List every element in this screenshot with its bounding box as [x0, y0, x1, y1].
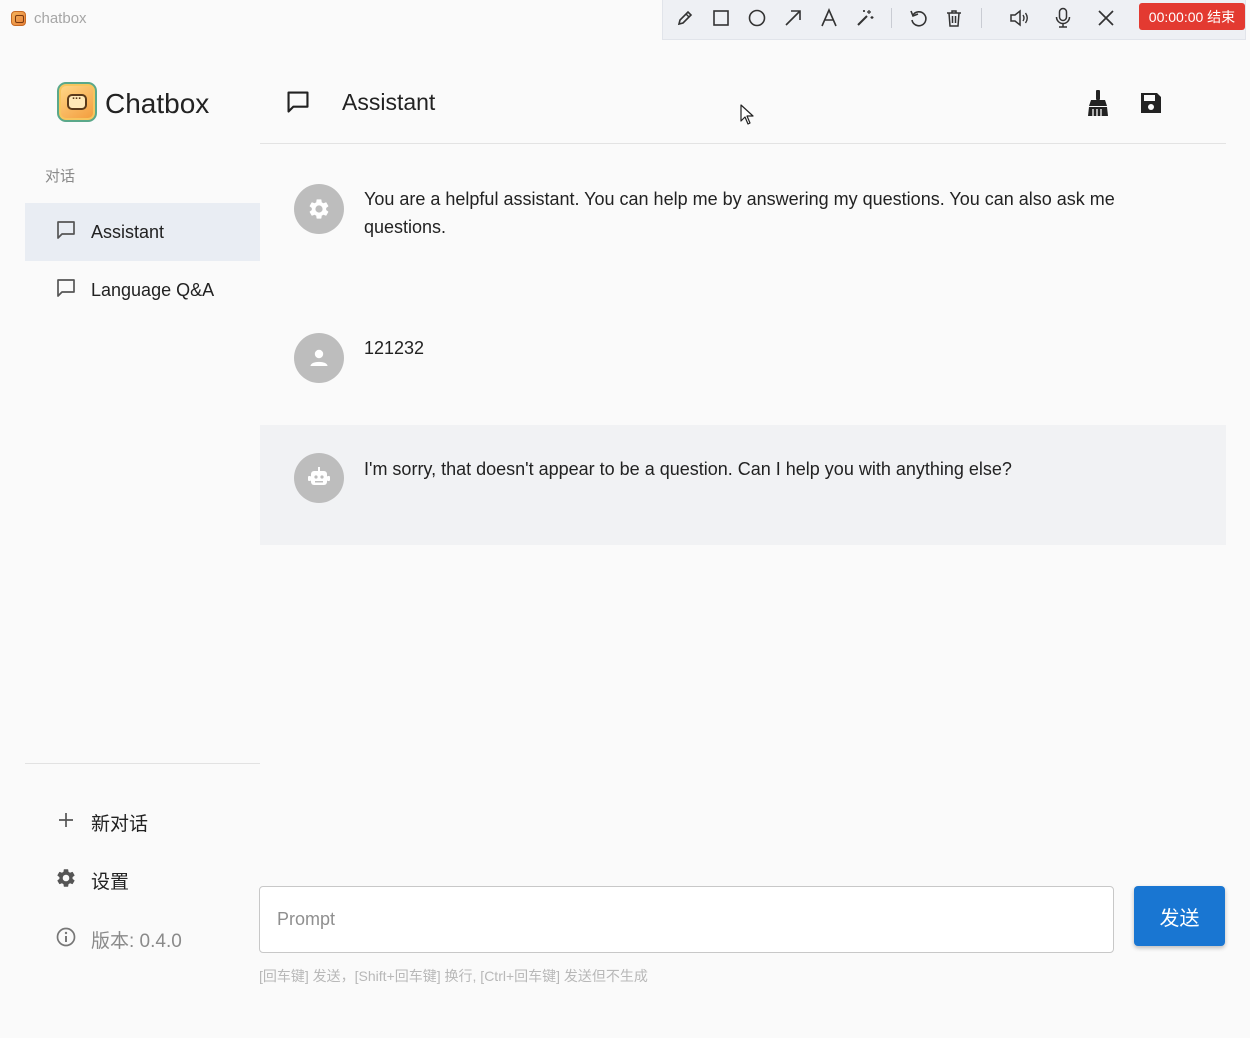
new-chat-button[interactable]: 新对话 — [55, 807, 148, 837]
sidebar-item-label: Assistant — [91, 221, 165, 242]
settings-button[interactable]: 设置 — [55, 865, 129, 895]
magic-wand-icon[interactable] — [851, 4, 879, 32]
message-text: You are a helpful assistant. You can hel… — [364, 189, 1115, 237]
sidebar-item-language-qa[interactable]: Language Q&A — [25, 261, 260, 319]
sidebar-item-label: Language Q&A — [91, 279, 215, 300]
toolbar-divider — [981, 8, 982, 28]
plus-icon — [55, 809, 77, 836]
toolbar-divider — [891, 8, 892, 28]
send-button[interactable]: 发送 — [1134, 886, 1225, 946]
message-text: I'm sorry, that doesn't appear to be a q… — [364, 459, 1012, 479]
window-title: chatbox — [34, 10, 87, 27]
rectangle-icon[interactable] — [707, 4, 735, 32]
broom-icon[interactable] — [1083, 88, 1113, 118]
sidebar-divider — [25, 763, 260, 764]
trash-icon[interactable] — [940, 4, 968, 32]
robot-icon — [294, 453, 344, 503]
info-icon — [55, 926, 77, 953]
gear-icon — [55, 867, 77, 894]
keyboard-hint: [回车键] 发送，[Shift+回车键] 换行, [Ctrl+回车键] 发送但不… — [259, 968, 648, 984]
app-icon — [11, 11, 26, 26]
chatbox-logo — [57, 82, 97, 122]
person-icon — [294, 333, 344, 383]
version-label: 版本: 0.4.0 — [91, 930, 182, 952]
text-icon[interactable] — [815, 4, 843, 32]
circle-icon[interactable] — [743, 4, 771, 32]
settings-label: 设置 — [91, 871, 130, 893]
message-assistant: I'm sorry, that doesn't appear to be a q… — [260, 425, 1226, 545]
prompt-input[interactable] — [259, 886, 1114, 953]
page-title: Assistant — [342, 89, 436, 115]
save-icon[interactable] — [1136, 88, 1166, 118]
message-user: 121232 — [260, 310, 1226, 420]
gear-icon — [294, 184, 344, 234]
message-system: You are a helpful assistant. You can hel… — [260, 160, 1226, 290]
sidebar-item-assistant[interactable]: Assistant — [25, 203, 260, 261]
chat-bubble-icon — [55, 219, 77, 246]
pencil-icon[interactable] — [671, 4, 699, 32]
conversations-section-label: 对话 — [45, 168, 76, 185]
header-divider — [260, 143, 1226, 144]
mouse-cursor-icon — [740, 104, 754, 131]
speaker-icon[interactable] — [1006, 4, 1034, 32]
version-info: 版本: 0.4.0 — [55, 924, 182, 954]
screen-recorder-toolbar: 00:00:00 结束 — [662, 0, 1246, 40]
brand-name: Chatbox — [105, 88, 210, 119]
undo-icon[interactable] — [904, 4, 932, 32]
chat-bubble-icon — [55, 277, 77, 304]
microphone-icon[interactable] — [1049, 4, 1077, 32]
chat-bubble-icon — [285, 89, 311, 120]
recording-timer-end-button[interactable]: 00:00:00 结束 — [1139, 3, 1245, 30]
new-chat-label: 新对话 — [91, 813, 149, 835]
message-text: 121232 — [364, 338, 425, 358]
close-icon[interactable] — [1092, 4, 1120, 32]
arrow-icon[interactable] — [779, 4, 807, 32]
